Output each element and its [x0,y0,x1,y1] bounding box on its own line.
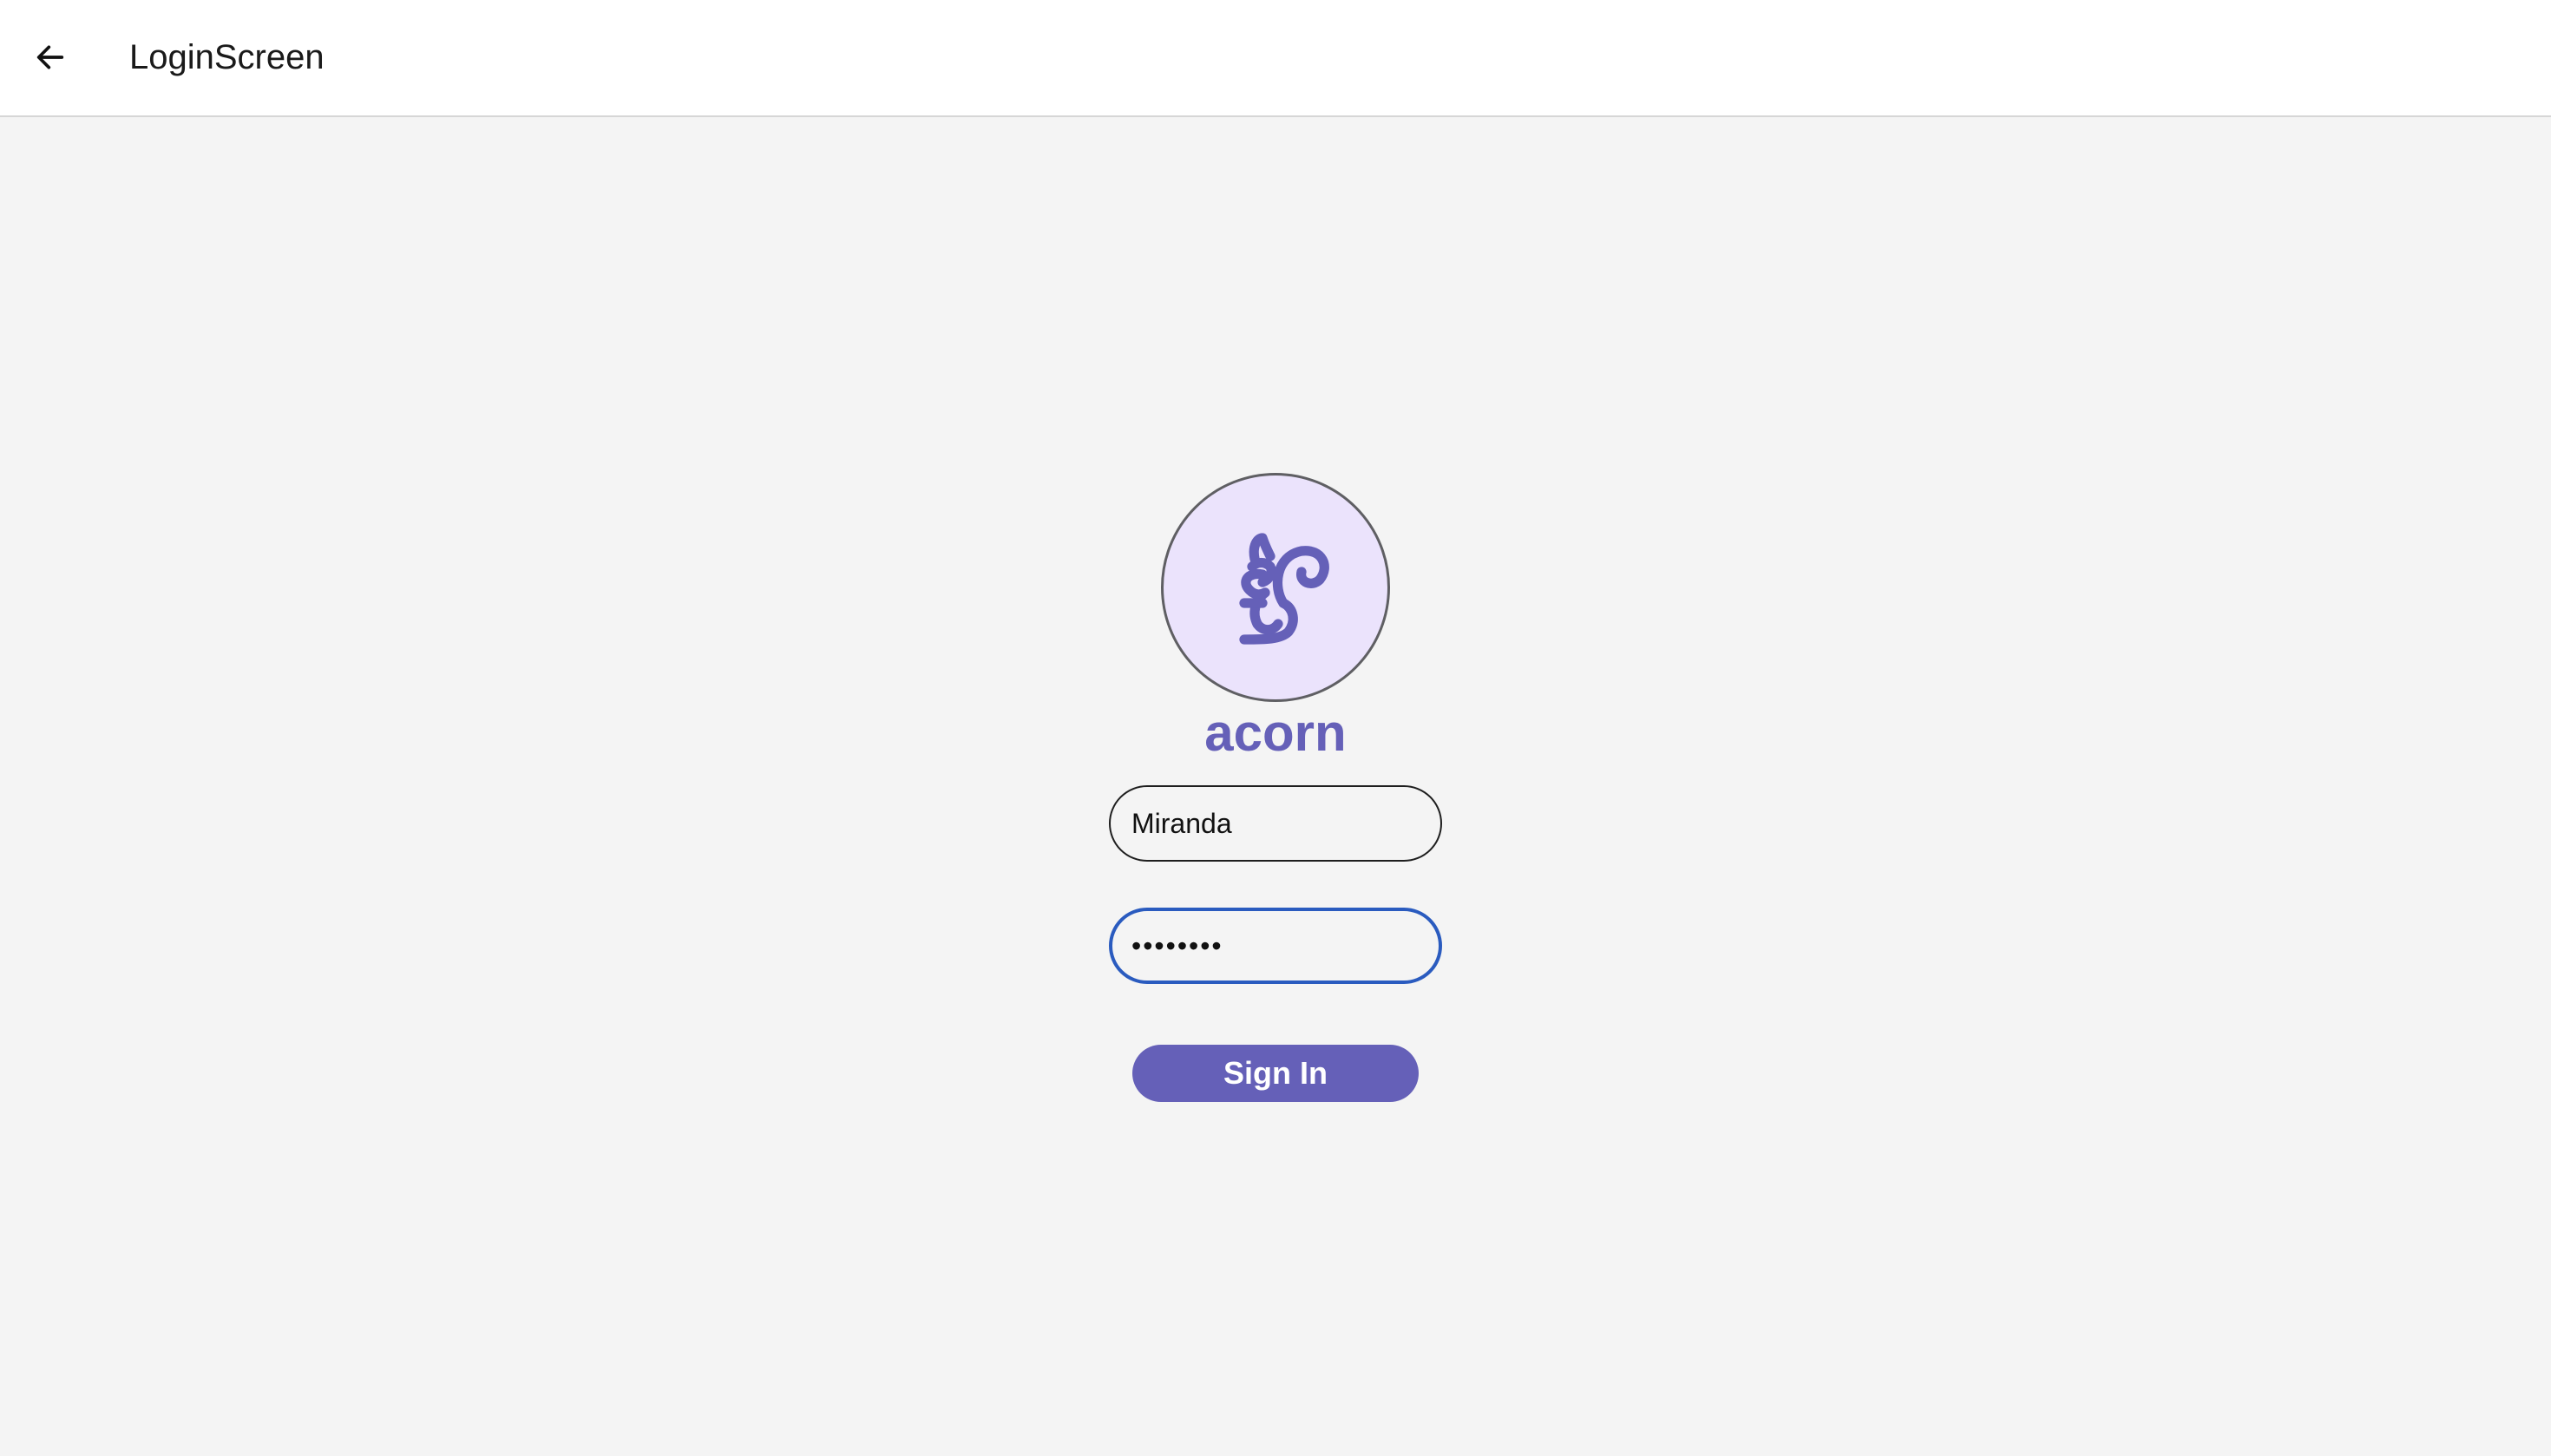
back-button[interactable] [23,27,78,88]
login-panel: acorn Miranda •••••••• Sign In [0,117,2551,1456]
brand-name: acorn [1204,704,1347,762]
page-title: LoginScreen [129,38,325,76]
arrow-left-icon [36,45,64,69]
brand-logo [1161,473,1390,702]
app-header: LoginScreen [0,0,2551,117]
password-value: •••••••• [1131,929,1223,961]
squirrel-icon [1239,533,1329,645]
password-field[interactable]: •••••••• [1109,908,1442,984]
username-value: Miranda [1131,807,1232,839]
sign-in-button[interactable]: Sign In [1132,1045,1419,1102]
sign-in-label: Sign In [1223,1055,1328,1091]
username-field[interactable]: Miranda [1109,785,1442,862]
